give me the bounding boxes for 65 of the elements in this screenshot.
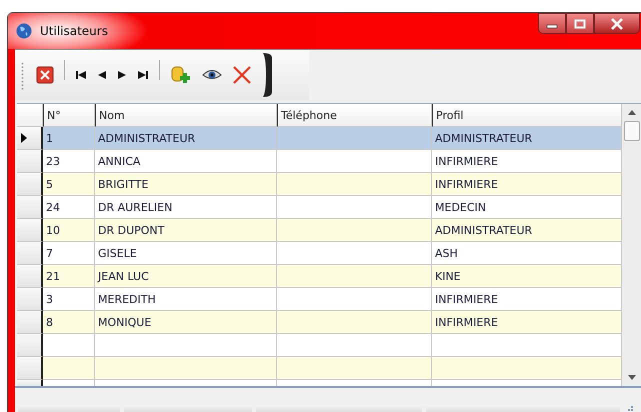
row-header[interactable]: [17, 127, 43, 150]
table-cell: 23: [43, 150, 95, 173]
row-header[interactable]: [17, 173, 43, 196]
maximize-button[interactable]: [566, 13, 594, 34]
table-cell: 8: [43, 311, 95, 334]
globe-icon: [16, 23, 32, 39]
row-header[interactable]: [17, 334, 43, 357]
table-cell: DR AURELIEN: [95, 196, 277, 219]
scroll-down-icon[interactable]: [628, 375, 636, 380]
table-cell: 21: [43, 265, 95, 288]
table-cell: ADMINISTRATEUR: [432, 219, 622, 242]
window-title: Utilisateurs: [40, 24, 108, 38]
table-cell: MEREDITH: [95, 288, 277, 311]
row-header[interactable]: [17, 196, 43, 219]
scroll-up-icon[interactable]: [628, 110, 636, 115]
row-header[interactable]: [17, 380, 43, 386]
toolbar-grip-icon: [21, 60, 24, 90]
table-cell: KINE: [432, 265, 622, 288]
table-cell: DR DUPONT: [95, 219, 277, 242]
header-corner: [17, 104, 43, 127]
column-header[interactable]: Profil: [432, 104, 622, 127]
table-cell: 1: [43, 127, 95, 150]
row-header[interactable]: [17, 288, 43, 311]
table-cell: INFIRMIERE: [432, 173, 622, 196]
table-cell: INFIRMIERE: [432, 150, 622, 173]
close-button[interactable]: [594, 13, 640, 34]
column-header[interactable]: Nom: [95, 104, 277, 127]
eye-icon[interactable]: [200, 68, 224, 82]
last-record-icon[interactable]: [135, 70, 151, 80]
table-cell: INFIRMIERE: [432, 311, 622, 334]
table-cell: INFIRMIERE: [432, 288, 622, 311]
row-header[interactable]: [17, 242, 43, 265]
vertical-scrollbar[interactable]: [622, 104, 641, 386]
row-header[interactable]: [17, 311, 43, 334]
table-cell: JEAN LUC: [95, 265, 277, 288]
table-cell: ADMINISTRATEUR: [95, 127, 277, 150]
table-cell: 24: [43, 196, 95, 219]
row-header[interactable]: [17, 265, 43, 288]
column-header[interactable]: Téléphone: [277, 104, 432, 127]
first-record-icon[interactable]: [73, 70, 89, 80]
table-cell: BRIGITTE: [95, 173, 277, 196]
table-cell: [43, 357, 95, 380]
table-cell: MEDECIN: [432, 196, 622, 219]
table-cell: [43, 334, 95, 357]
table-cell: MONIQUE: [95, 311, 277, 334]
row-header[interactable]: [17, 219, 43, 242]
close-icon: [610, 18, 624, 30]
table-cell: 7: [43, 242, 95, 265]
column-header[interactable]: N°: [43, 104, 95, 127]
delete-icon[interactable]: [230, 65, 254, 85]
table-cell: ASH: [432, 242, 622, 265]
minimize-button[interactable]: [538, 13, 566, 34]
table-cell: ADMINISTRATEUR: [432, 127, 622, 150]
exit-icon[interactable]: [34, 66, 56, 84]
current-row-icon: [21, 133, 27, 143]
row-header[interactable]: [17, 357, 43, 380]
table-cell: 10: [43, 219, 95, 242]
maximize-icon: [574, 18, 586, 28]
table-cell: ANNICA: [95, 150, 277, 173]
row-header[interactable]: [17, 150, 43, 173]
table-cell: 5: [43, 173, 95, 196]
scroll-thumb[interactable]: [624, 121, 640, 141]
table-cell: 3: [43, 288, 95, 311]
table-cell: GISELE: [95, 242, 277, 265]
toolbar-end-icon: [262, 52, 274, 98]
